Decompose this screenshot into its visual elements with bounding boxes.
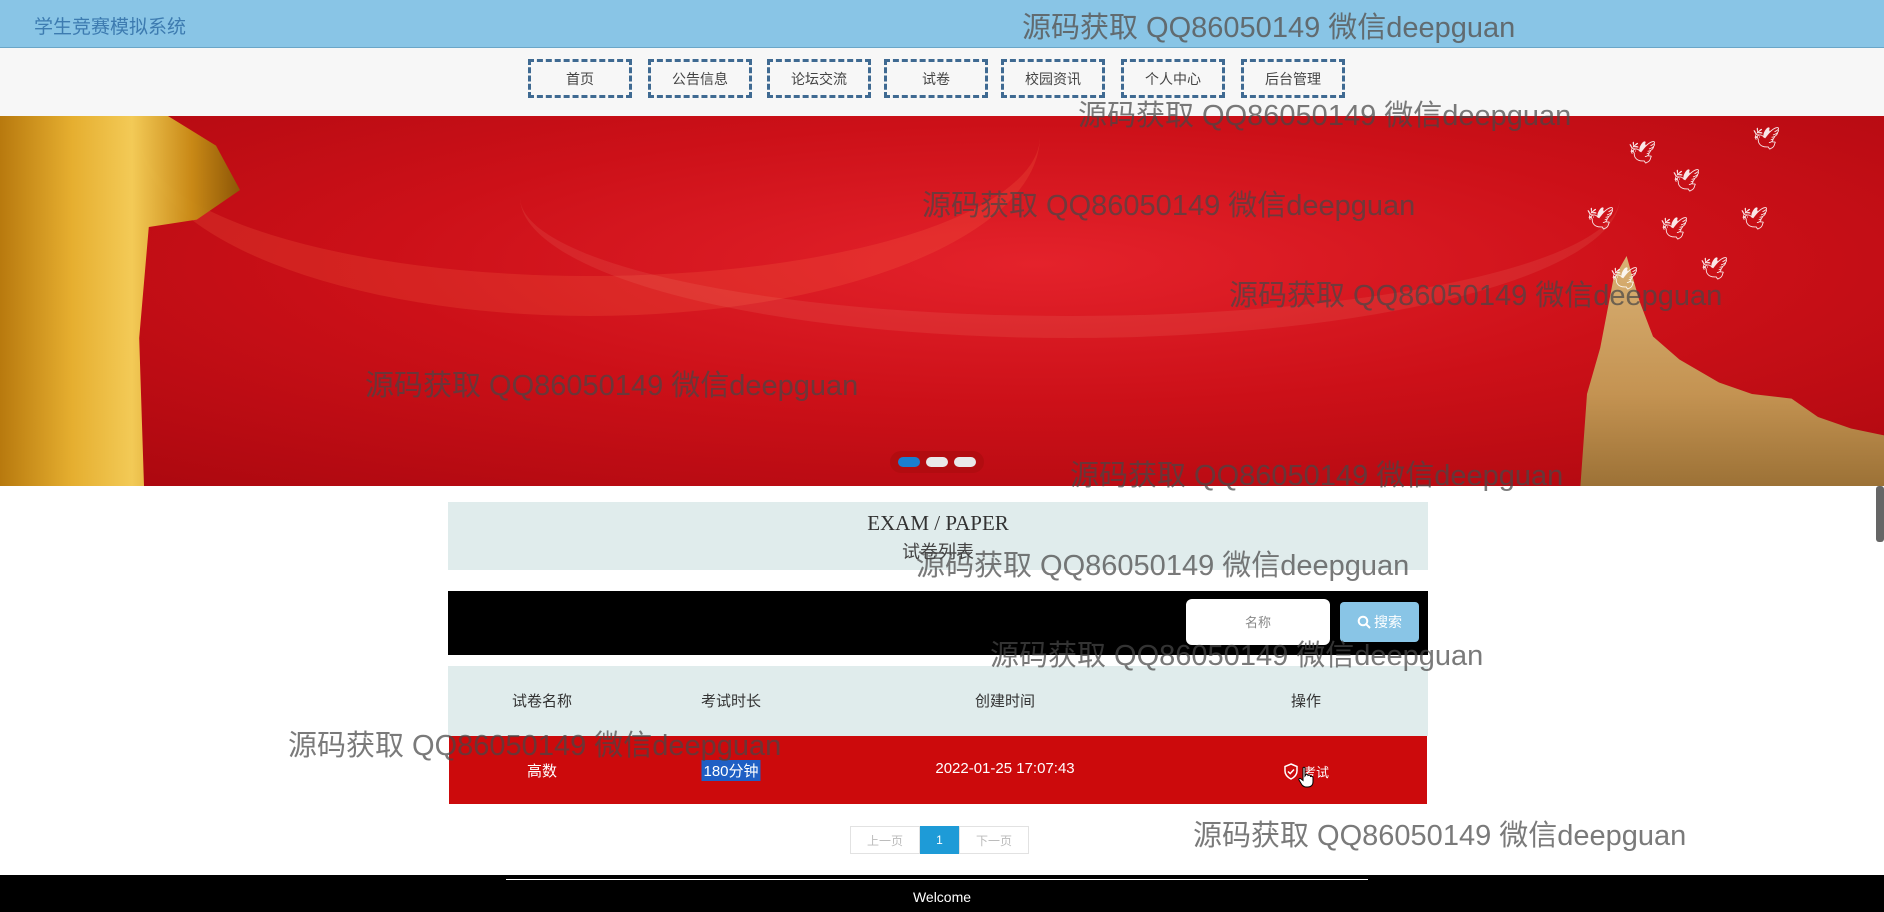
column-header-action: 操作: [1290, 693, 1322, 710]
nav-item-announcements[interactable]: 公告信息: [648, 59, 752, 98]
paper-duration: 180分钟: [701, 760, 761, 781]
search-button-label: 搜索: [1374, 614, 1402, 630]
main-nav: 首页 公告信息 论坛交流 试卷 校园资讯 个人中心 后台管理: [0, 48, 1884, 116]
paper-created-time: 2022-01-25 17:07:43: [935, 760, 1075, 777]
search-bar: 搜索: [448, 591, 1428, 655]
dove-icon: 🕊: [1740, 206, 1768, 231]
nav-item-admin[interactable]: 后台管理: [1241, 59, 1345, 98]
nav-item-forum[interactable]: 论坛交流: [767, 59, 871, 98]
carousel-dot[interactable]: [954, 457, 976, 467]
soldier-statue-image: [1580, 256, 1884, 486]
pagination: 上一页 1 下一页: [850, 826, 1029, 856]
footer-text: Welcome: [912, 889, 972, 905]
prev-page-button[interactable]: 上一页: [850, 826, 920, 854]
search-button[interactable]: 搜索: [1340, 602, 1419, 642]
carousel-indicators: [890, 451, 984, 473]
carousel-dot[interactable]: [898, 457, 920, 467]
section-title-cn: 试卷列表: [902, 542, 974, 562]
dove-icon: 🕊: [1628, 140, 1656, 165]
scrollbar-thumb[interactable]: [1876, 486, 1884, 542]
nav-item-home[interactable]: 首页: [528, 59, 632, 98]
section-header: EXAM / PAPER 试卷列表: [448, 502, 1428, 570]
dove-icon: 🕊: [1700, 256, 1728, 281]
search-input[interactable]: [1186, 599, 1330, 645]
nav-item-exam-papers[interactable]: 试卷: [884, 59, 988, 98]
footer: Welcome: [0, 875, 1884, 912]
dove-icon: 🕊: [1660, 216, 1688, 241]
search-icon: [1357, 615, 1371, 629]
column-header-duration: 考试时长: [700, 693, 762, 710]
hand-cursor-icon: [1298, 766, 1314, 788]
huabiao-pillar-image: [0, 116, 240, 486]
column-header-created: 创建时间: [974, 693, 1036, 710]
dove-icon: 🕊: [1586, 206, 1614, 231]
table-row[interactable]: 高数 180分钟 2022-01-25 17:07:43 考试: [449, 736, 1427, 804]
footer-divider: [506, 879, 1368, 880]
table-header: 试卷名称 考试时长 创建时间 操作: [448, 666, 1428, 736]
paper-name: 高数: [526, 763, 558, 780]
dove-icon: 🕊: [1752, 126, 1780, 151]
next-page-button[interactable]: 下一页: [959, 826, 1029, 854]
carousel-dot[interactable]: [926, 457, 948, 467]
app-title[interactable]: 学生竞赛模拟系统: [34, 12, 186, 39]
dove-icon: 🕊: [1672, 168, 1700, 193]
dove-icon: 🕊: [1610, 266, 1638, 291]
nav-item-personal-center[interactable]: 个人中心: [1121, 59, 1225, 98]
section-title-en: EXAM / PAPER: [867, 511, 1009, 535]
nav-item-campus-news[interactable]: 校园资讯: [1001, 59, 1105, 98]
page-number-current[interactable]: 1: [920, 826, 959, 854]
watermark-text: 源码获取 QQ86050149 微信deepguan: [1193, 820, 1687, 852]
column-header-name: 试卷名称: [511, 693, 573, 710]
banner-carousel[interactable]: 🕊 🕊 🕊 🕊 🕊 🕊 🕊 🕊: [0, 116, 1884, 486]
top-bar: 学生竞赛模拟系统: [0, 0, 1884, 48]
